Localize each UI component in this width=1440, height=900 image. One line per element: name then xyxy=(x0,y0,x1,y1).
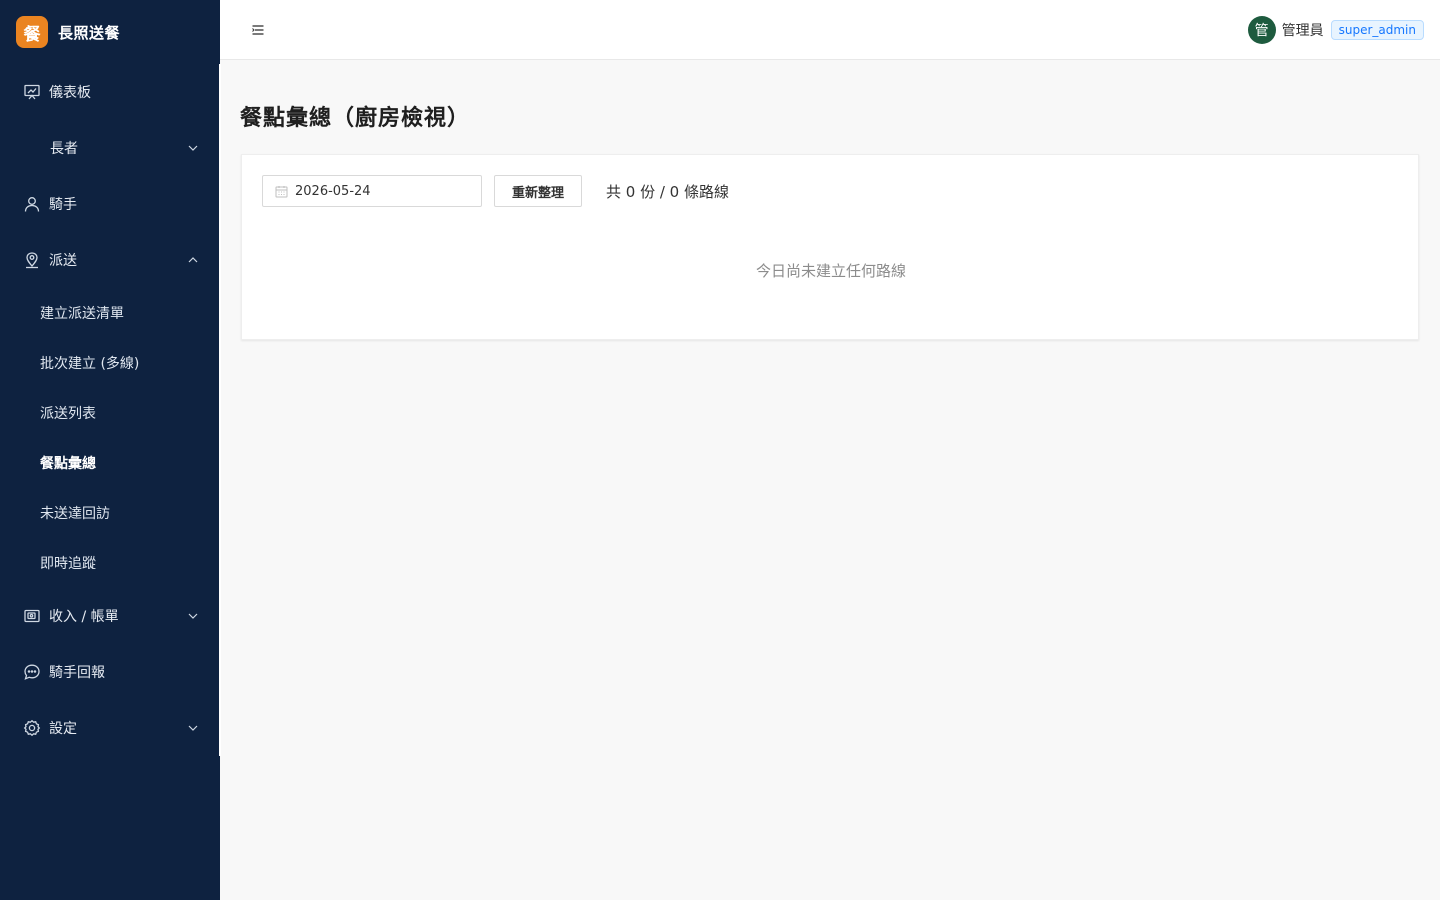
chevron-down-icon xyxy=(187,142,199,154)
refresh-button[interactable]: 重新整理 xyxy=(494,175,582,207)
sidebar-subitem-label: 建立派送清單 xyxy=(40,306,124,322)
sidebar-subitem-label: 餐點彙總 xyxy=(40,456,96,472)
chat-bubble-icon xyxy=(23,663,41,681)
brand[interactable]: 餐 長照送餐 xyxy=(0,0,220,64)
sidebar-item-settings[interactable]: 設定 xyxy=(0,708,220,748)
sidebar-subitem-label: 批次建立 (多線) xyxy=(40,356,140,372)
avatar[interactable]: 管 xyxy=(1247,16,1276,44)
sidebar-subitem-meal-summary[interactable]: 餐點彙總 xyxy=(0,443,220,483)
user-name: 管理員 xyxy=(1281,23,1324,39)
role-badge: super_admin xyxy=(1330,20,1424,40)
sidebar-item-label: 騎手回報 xyxy=(49,665,105,681)
sidebar-subitem-create-dispatch[interactable]: 建立派送清單 xyxy=(0,293,220,333)
sidebar-subitem-batch-create[interactable]: 批次建立 (多線) xyxy=(0,343,220,383)
brand-logo: 餐 xyxy=(16,16,48,48)
sidebar: 餐 長照送餐 儀表板 長者 騎手 派送 建立派送清單 批次建立 (多線) 派送列… xyxy=(0,0,220,900)
sidebar-item-label: 收入 / 帳單 xyxy=(49,609,119,625)
wallet-icon xyxy=(23,607,41,625)
sidebar-item-label: 騎手 xyxy=(49,197,77,213)
sidebar-subitem-undelivered-followup[interactable]: 未送達回訪 xyxy=(0,493,220,533)
sidebar-item-riders[interactable]: 騎手 xyxy=(0,184,220,224)
presentation-chart-icon xyxy=(23,83,41,101)
sidebar-subitem-label: 即時追蹤 xyxy=(40,556,96,572)
menu-toggle-icon[interactable] xyxy=(250,22,266,38)
page-title: 餐點彙總（廚房檢視） xyxy=(240,106,471,131)
sidebar-subitem-label: 未送達回訪 xyxy=(40,506,110,522)
calendar-icon xyxy=(274,184,288,198)
sidebar-subitem-dispatch-list[interactable]: 派送列表 xyxy=(0,393,220,433)
sidebar-item-dashboard[interactable]: 儀表板 xyxy=(0,72,220,112)
top-header: 管 管理員 super_admin xyxy=(220,0,1440,60)
sidebar-item-label: 派送 xyxy=(49,253,77,269)
summary-text: 共 0 份 / 0 條路線 xyxy=(606,183,729,201)
brand-name: 長照送餐 xyxy=(58,23,121,42)
user-icon xyxy=(23,195,41,213)
map-pin-icon xyxy=(23,251,41,269)
sidebar-item-dispatch[interactable]: 派送 xyxy=(0,240,220,280)
sidebar-item-rider-reports[interactable]: 騎手回報 xyxy=(0,652,220,692)
sidebar-item-label: 儀表板 xyxy=(49,85,91,101)
gear-icon xyxy=(23,719,41,737)
sidebar-item-label: 長者 xyxy=(50,141,78,157)
chevron-down-icon xyxy=(187,610,199,622)
sidebar-divider xyxy=(219,64,221,756)
sidebar-item-billing[interactable]: 收入 / 帳單 xyxy=(0,596,220,636)
sidebar-item-label: 設定 xyxy=(49,721,77,737)
chevron-down-icon xyxy=(187,722,199,734)
meal-summary-card: 2026-05-24 重新整理 共 0 份 / 0 條路線 今日尚未建立任何路線 xyxy=(241,154,1419,340)
sidebar-subitem-label: 派送列表 xyxy=(40,406,96,422)
user-menu[interactable]: 管 管理員 super_admin xyxy=(1247,16,1424,44)
chevron-up-icon xyxy=(187,254,199,266)
empty-state-text: 今日尚未建立任何路線 xyxy=(755,262,906,280)
sidebar-item-elders[interactable]: 長者 xyxy=(0,128,220,168)
sidebar-subitem-live-tracking[interactable]: 即時追蹤 xyxy=(0,543,220,583)
date-picker[interactable]: 2026-05-24 xyxy=(262,175,482,207)
date-value: 2026-05-24 xyxy=(295,183,371,199)
